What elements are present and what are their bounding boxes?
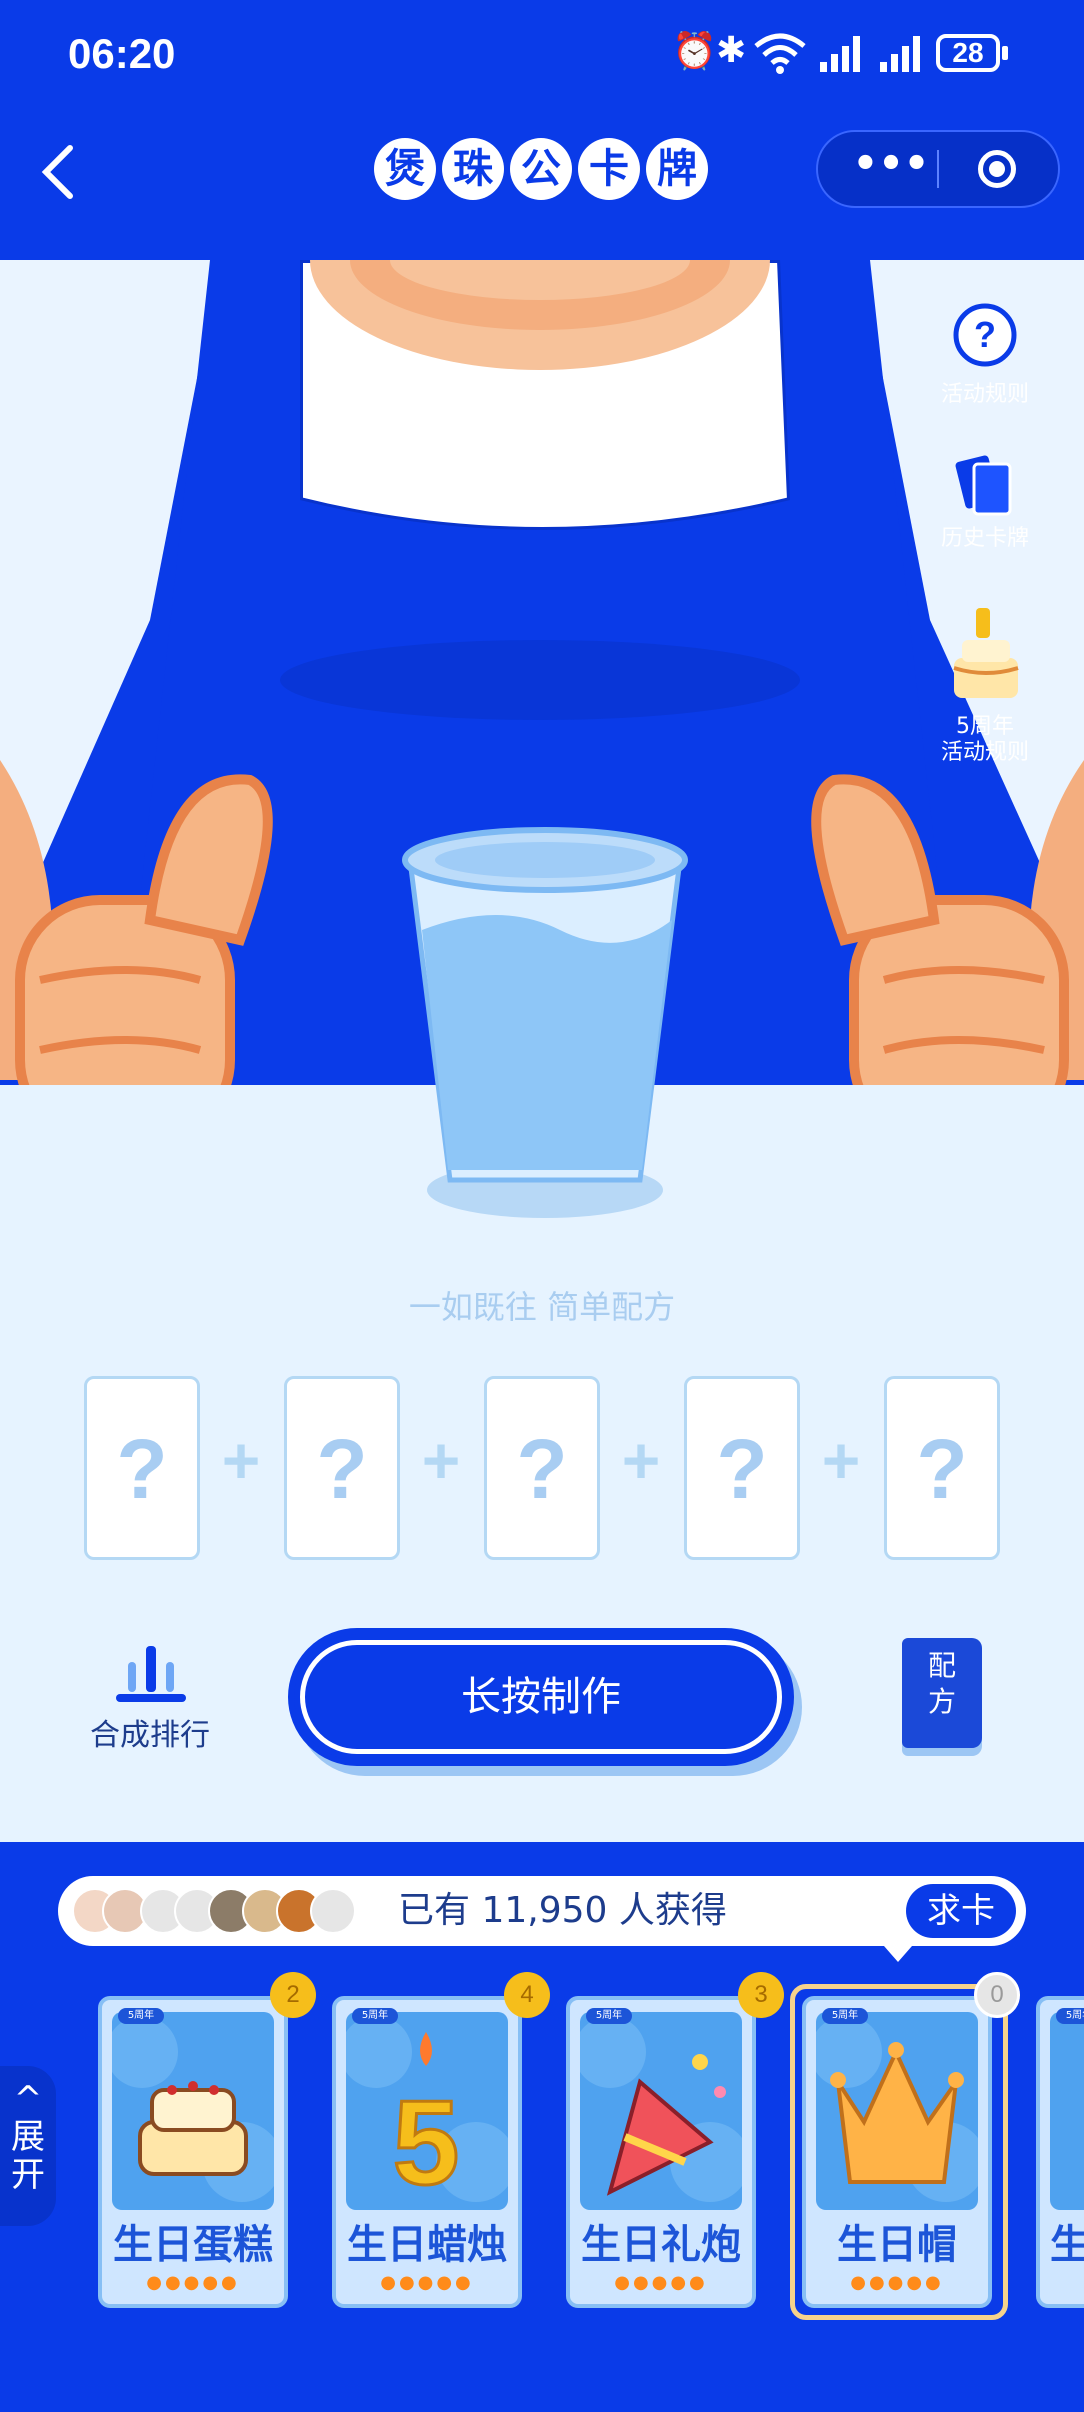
card-birthday-candle[interactable]: 5 5周年 生日蜡烛 ●●●●● <box>332 1996 522 2308</box>
card-art <box>1050 2012 1084 2210</box>
card-count-badge: 3 <box>738 1972 784 2018</box>
candle-icon: 5 <box>346 2016 508 2210</box>
flame-rating: ●●●●● <box>614 2272 708 2293</box>
long-press-make-button[interactable]: 长按制作 <box>300 1640 782 1754</box>
plus-icon: + <box>421 1423 461 1497</box>
cake-icon <box>112 2016 274 2202</box>
seek-card-button[interactable]: 求卡 <box>906 1884 1016 1938</box>
recipe-slot[interactable]: ? <box>884 1376 1000 1560</box>
card-name: 生日蜡烛 <box>347 2222 507 2268</box>
page-title-char: 珠 <box>442 138 504 200</box>
recipe-book-button[interactable]: 配 方 <box>902 1638 982 1748</box>
activity-rules-label[interactable]: 活动规则 <box>930 382 1040 408</box>
party-popper-icon <box>580 2016 742 2202</box>
card-count-badge: 4 <box>504 1972 550 2018</box>
avatar <box>310 1888 356 1934</box>
cake-icon[interactable] <box>946 604 1026 704</box>
expand-label-1: 展 <box>11 2117 45 2157</box>
capsule-divider <box>937 150 939 188</box>
card-name: 生日礼炮 <box>581 2222 741 2268</box>
cup-illustration <box>402 827 688 1218</box>
recipe-slot[interactable]: ? <box>484 1376 600 1560</box>
cards-icon[interactable] <box>952 452 1018 518</box>
page-title-char: 公 <box>510 138 572 200</box>
ranking-icon[interactable] <box>116 1646 188 1704</box>
target-icon <box>989 161 1005 177</box>
recipe-slot[interactable]: ? <box>84 1376 200 1560</box>
plus-icon: + <box>621 1423 661 1497</box>
recipe-book-line1: 配 <box>927 1649 956 1682</box>
svg-text:5: 5 <box>393 2076 460 2210</box>
card-birthday-hat[interactable]: 5周年 生日帽 ●●●●● <box>802 1996 992 2308</box>
card-birthday-popper[interactable]: 5周年 生日礼炮 ●●●●● <box>566 1996 756 2308</box>
card-partial[interactable]: 5周年 生 <box>1036 1996 1084 2308</box>
card-art <box>816 2012 978 2210</box>
crown-icon <box>816 2016 978 2202</box>
anniv-tag: 5周年 <box>1056 2008 1084 2024</box>
page-title-char: 煲 <box>374 138 436 200</box>
anniv-rules-line2[interactable]: 活动规则 <box>930 740 1040 766</box>
card-art: 5 <box>346 2012 508 2210</box>
recipe-slot[interactable]: ? <box>284 1376 400 1560</box>
anniv-rules-line1[interactable]: 5周年 <box>930 714 1040 740</box>
anniv-tag: 5周年 <box>822 2008 868 2024</box>
anniv-tag: 5周年 <box>118 2008 164 2024</box>
history-cards-label[interactable]: 历史卡牌 <box>930 526 1040 552</box>
card-name: 生 <box>1040 2212 1084 2270</box>
card-count-badge: 2 <box>270 1972 316 2018</box>
card-birthday-cake[interactable]: 5周年 生日蛋糕 ●●●●● <box>98 1996 288 2308</box>
anniv-tag: 5周年 <box>352 2008 398 2024</box>
recipe-caption: 一如既往 简单配方 <box>408 1288 676 1326</box>
card-clip: 5周年 生 <box>1036 1996 1084 2308</box>
wifi-icon <box>754 33 806 74</box>
expand-tab[interactable]: ^ 展 开 <box>0 2066 56 2226</box>
recipe-book-line2: 方 <box>927 1685 956 1718</box>
ranking-label[interactable]: 合成排行 <box>80 1710 220 1754</box>
status-time: 06:20 <box>68 30 176 77</box>
flame-rating: ●●●●● <box>380 2272 474 2293</box>
signal-icon-2 <box>880 36 920 72</box>
battery-indicator: 28 <box>936 34 1000 72</box>
battery-tip <box>1002 46 1008 60</box>
alarm-icon: ⏰ <box>672 31 717 72</box>
chevron-left-icon <box>41 145 73 199</box>
back-button[interactable] <box>36 140 96 212</box>
more-button[interactable]: ••• <box>846 144 936 190</box>
signal-icon <box>820 36 860 72</box>
plus-icon: + <box>221 1423 261 1497</box>
card-art <box>580 2012 742 2210</box>
card-count-badge: 0 <box>974 1972 1020 2018</box>
expand-label-2: 开 <box>11 2155 45 2195</box>
chevron-up-icon: ^ <box>13 2079 43 2119</box>
page-title-char: 卡 <box>578 138 640 200</box>
plus-icon: + <box>821 1423 861 1497</box>
recipe-slot[interactable]: ? <box>684 1376 800 1560</box>
flame-rating: ●●●●● <box>850 2272 944 2293</box>
anniv-tag: 5周年 <box>586 2008 632 2024</box>
card-name: 生日帽 <box>837 2222 957 2268</box>
svg-text:?: ? <box>974 314 996 355</box>
bluetooth-icon: ✱ <box>716 30 747 71</box>
card-name: 生日蛋糕 <box>113 2222 273 2268</box>
help-icon[interactable]: ? <box>952 302 1018 368</box>
card-art <box>112 2012 274 2210</box>
bubble-tail <box>884 1946 912 1962</box>
obtained-count-text: 已有 11,950 人获得 <box>398 1890 727 1931</box>
flame-rating: ●●●●● <box>146 2272 240 2293</box>
page-title-char: 牌 <box>646 138 708 200</box>
